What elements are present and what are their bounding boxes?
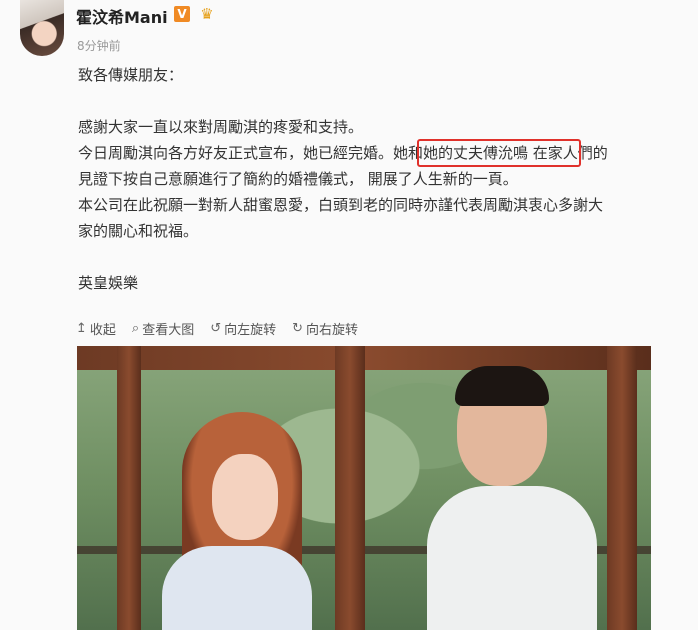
post-signature: 英皇娛樂 <box>78 274 139 292</box>
post-line: 家的關心和祝福。 <box>78 222 199 240</box>
post-content: 致各傳媒朋友： 感謝大家一直以來對周勵淇的疼愛和支持。 今日周勵淇向各方好友正式… <box>78 62 658 296</box>
collapse-button[interactable]: ↥ 收起 <box>76 319 116 338</box>
rotate-right-button[interactable]: ↻ 向右旋转 <box>292 319 358 338</box>
post-timestamp[interactable]: 8分钟前 <box>77 37 121 54</box>
photo-woman-body <box>162 546 312 630</box>
post-line: 本公司在此祝願一對新人甜蜜恩愛，白頭到老的同時亦謹代表周勵淇衷心多謝大 <box>78 196 604 214</box>
avatar[interactable] <box>20 0 64 56</box>
photo-man-body <box>427 486 597 630</box>
photo-man-hair <box>455 366 549 406</box>
highlight-box <box>417 139 581 167</box>
collapse-label: 收起 <box>89 322 116 338</box>
rotate-right-label: 向右旋转 <box>306 322 359 338</box>
photo-woman-face <box>212 454 278 540</box>
verified-badge-icon: V <box>174 6 190 22</box>
username[interactable]: 霍汶希Mani <box>76 4 168 28</box>
photo-pillar <box>607 346 637 630</box>
view-large-label: 查看大图 <box>142 322 195 338</box>
weibo-post: 霍汶希Mani V ♛ 8分钟前 致各傳媒朋友： 感謝大家一直以來對周勵淇的疼愛… <box>0 0 698 630</box>
photo-pillar <box>335 346 365 630</box>
magnifier-icon: ⌕ <box>131 320 140 336</box>
image-toolbar: ↥ 收起 ⌕ 查看大图 ↺ 向左旋转 ↻ 向右旋转 <box>60 313 650 343</box>
vip-icon: ♛ <box>200 5 214 23</box>
collapse-icon: ↥ <box>76 320 87 336</box>
rotate-left-label: 向左旋转 <box>224 322 277 338</box>
photo-pillar <box>117 346 141 630</box>
post-line: 感謝大家一直以來對周勵淇的疼愛和支持。 <box>78 118 364 136</box>
rotate-left-button[interactable]: ↺ 向左旋转 <box>210 319 276 338</box>
post-line: 見證下按自己意願進行了簡約的婚禮儀式， 開展了人生新的一頁。 <box>78 170 518 188</box>
post-photo[interactable] <box>77 346 651 630</box>
view-large-button[interactable]: ⌕ 查看大图 <box>132 319 194 338</box>
post-line: 致各傳媒朋友： <box>78 66 184 84</box>
rotate-right-icon: ↻ <box>292 320 304 336</box>
rotate-left-icon: ↺ <box>210 320 222 336</box>
